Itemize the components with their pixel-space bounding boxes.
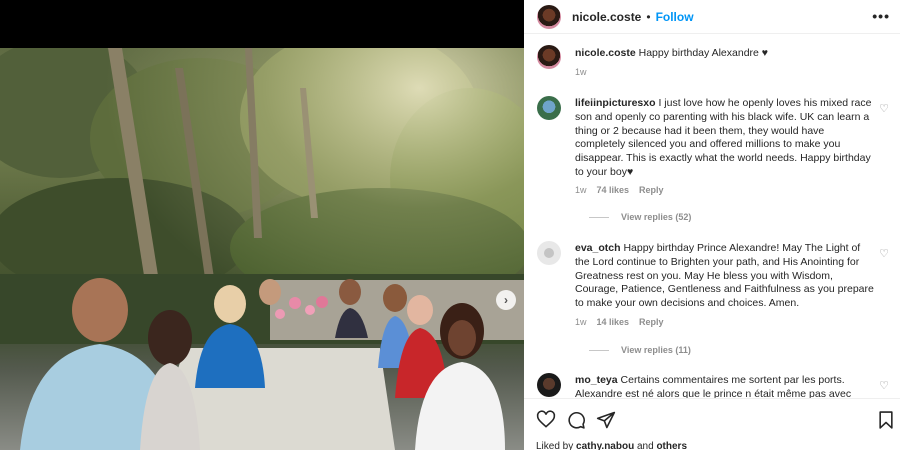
view-replies-label: View replies (52) [621, 212, 692, 222]
divider-line [589, 216, 609, 218]
view-replies-label: View replies (11) [621, 345, 691, 355]
default-avatar-icon [544, 248, 554, 258]
comment-username[interactable]: eva_otch [575, 242, 621, 254]
more-horizontal-icon[interactable]: ••• [872, 8, 890, 24]
photo-scene [0, 48, 524, 450]
like-heart-icon[interactable]: ♡ [879, 379, 889, 392]
like-heart-icon[interactable]: ♡ [879, 247, 889, 260]
chevron-right-icon: › [504, 293, 508, 307]
comment-username[interactable]: lifeiinpicturesxo [575, 97, 656, 109]
post-side-panel: nicole.coste • Follow ••• nicole.coste H… [524, 0, 900, 450]
caption-username[interactable]: nicole.coste [575, 47, 636, 59]
caption-time[interactable]: 1w [575, 67, 587, 77]
avatar[interactable] [537, 96, 561, 120]
next-photo-button[interactable]: › [496, 290, 516, 310]
comments-list[interactable]: nicole.coste Happy birthday Alexandre ♥ … [524, 34, 900, 398]
separator-dot: • [646, 9, 651, 24]
comment-text: lifeiinpicturesxo I just love how he ope… [575, 97, 875, 180]
divider-line [589, 349, 609, 351]
comment-time[interactable]: 1w [575, 185, 587, 195]
view-replies-button[interactable]: View replies (11) [589, 345, 691, 355]
post-media: › [0, 0, 524, 450]
caption-meta: 1w [575, 67, 587, 77]
avatar[interactable] [537, 241, 561, 265]
comment-text: eva_otch Happy birthday Prince Alexandre… [575, 242, 875, 311]
reply-button[interactable]: Reply [639, 317, 664, 327]
like-heart-icon[interactable] [536, 410, 556, 430]
reply-button[interactable]: Reply [639, 185, 664, 195]
comment-text: mo_teya Certains commentaires me sortent… [575, 374, 875, 398]
follow-button[interactable]: Follow [656, 10, 694, 24]
liked-by-others[interactable]: others [656, 441, 687, 450]
header-username[interactable]: nicole.coste [572, 10, 641, 24]
avatar[interactable] [537, 4, 561, 29]
view-replies-button[interactable]: View replies (52) [589, 212, 691, 222]
comment-meta: 1w 14 likes Reply [575, 317, 664, 327]
caption-body: Happy birthday Alexandre ♥ [638, 47, 769, 59]
post-photo: › [0, 48, 524, 450]
comment-body: I just love how he openly loves his mixe… [575, 97, 872, 178]
post-header: nicole.coste • Follow ••• [524, 0, 900, 34]
bookmark-icon[interactable] [876, 410, 896, 430]
comment-bubble-icon[interactable] [566, 410, 586, 430]
comment-likes[interactable]: 14 likes [597, 317, 630, 327]
liked-by-and: and [636, 441, 654, 450]
comment-username[interactable]: mo_teya [575, 374, 618, 386]
avatar[interactable] [537, 45, 561, 69]
liked-by-user[interactable]: cathy.nabou [576, 441, 634, 450]
comment-time[interactable]: 1w [575, 317, 587, 327]
liked-by-prefix: Liked by [536, 441, 574, 450]
caption-text: nicole.coste Happy birthday Alexandre ♥ [575, 47, 875, 61]
comment-likes[interactable]: 74 likes [597, 185, 630, 195]
avatar[interactable] [537, 373, 561, 397]
liked-by-line: Liked by cathy.nabou and others [536, 441, 687, 450]
share-paper-plane-icon[interactable] [596, 410, 616, 430]
like-heart-icon[interactable]: ♡ [879, 102, 889, 115]
post-action-bar [524, 398, 900, 438]
comment-meta: 1w 74 likes Reply [575, 185, 664, 195]
